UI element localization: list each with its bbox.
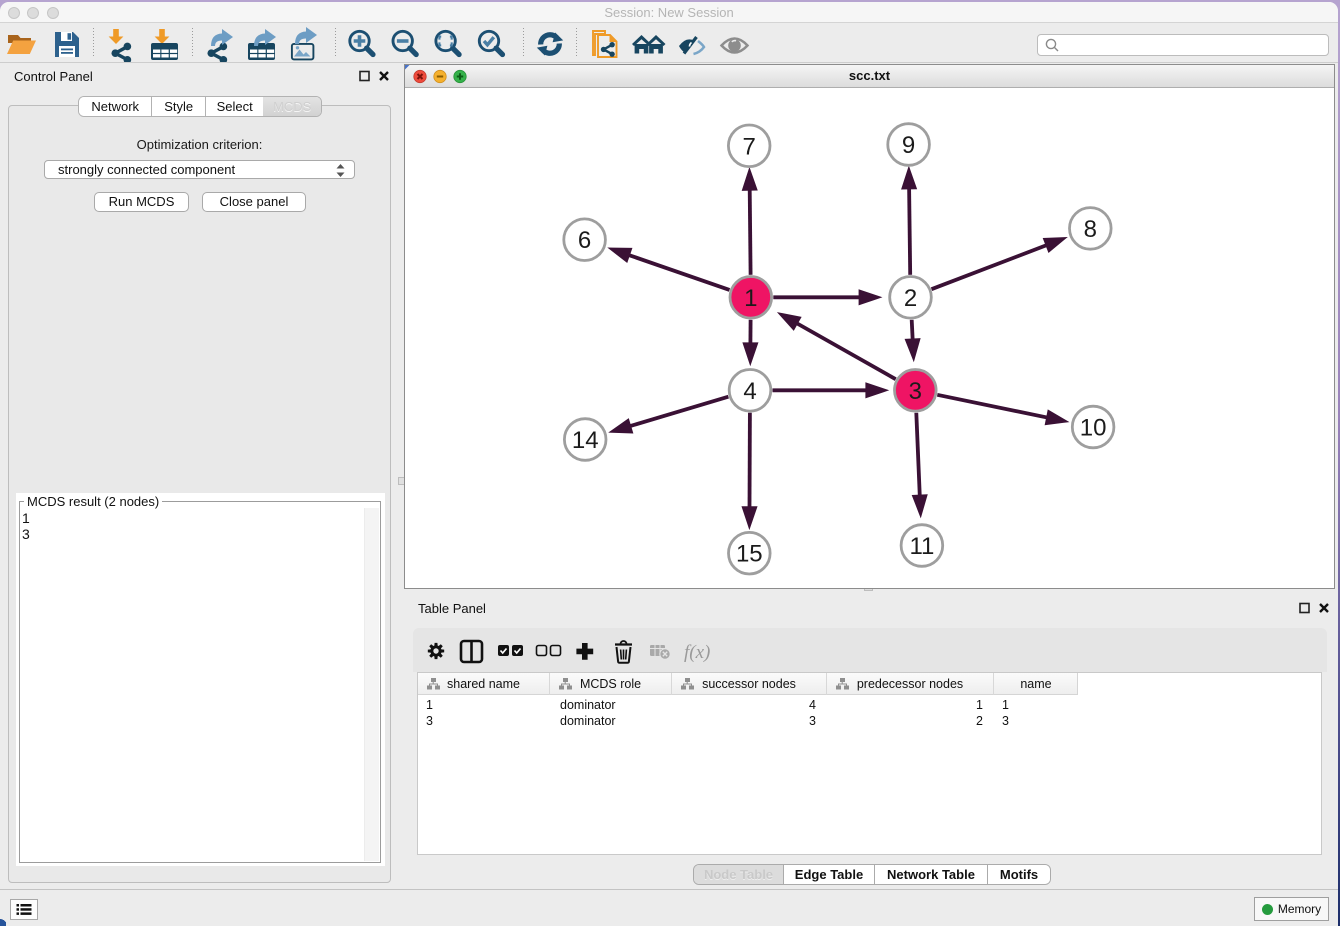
svg-text:8: 8 — [1084, 216, 1097, 243]
svg-text:14: 14 — [572, 427, 599, 454]
svg-text:11: 11 — [909, 533, 934, 560]
svg-text:15: 15 — [736, 541, 763, 568]
svg-text:7: 7 — [743, 133, 756, 160]
svg-text:4: 4 — [743, 378, 756, 405]
svg-text:2: 2 — [904, 285, 917, 312]
svg-text:3: 3 — [909, 378, 922, 405]
svg-text:10: 10 — [1080, 415, 1107, 442]
svg-text:6: 6 — [578, 227, 591, 254]
svg-text:1: 1 — [744, 285, 757, 312]
svg-text:9: 9 — [902, 132, 915, 159]
svg-text:f(x): f(x) — [684, 642, 710, 663]
